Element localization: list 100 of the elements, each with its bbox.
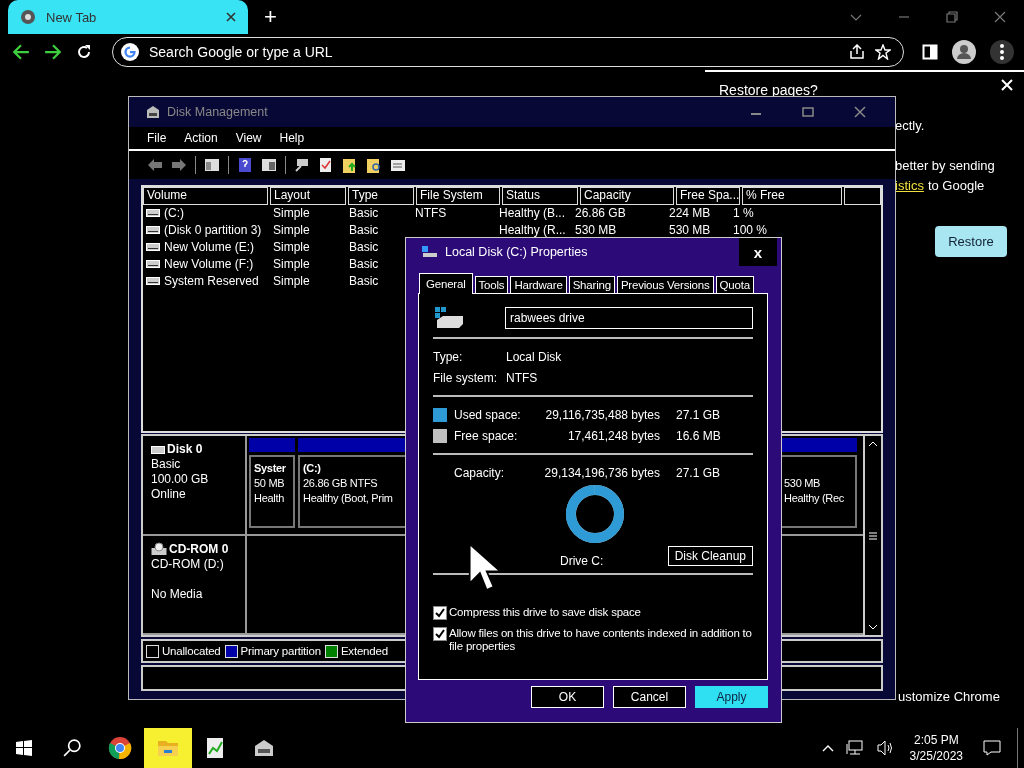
globe-icon	[20, 9, 36, 25]
close-button[interactable]: x	[739, 238, 777, 266]
table-cell: Healthy (B...	[499, 206, 566, 221]
field-value: 29,134,196,736 bytes	[543, 465, 660, 480]
drive-icon	[151, 445, 165, 454]
name-field[interactable]: rabwees drive	[505, 307, 753, 329]
scroll-up-icon[interactable]	[868, 441, 878, 448]
folder-up-icon[interactable]	[342, 156, 358, 173]
address-field[interactable]: Search Google or type a URL	[149, 44, 839, 60]
reload-icon[interactable]	[76, 44, 92, 60]
field-value: 16.6 MB	[676, 428, 721, 443]
network-icon[interactable]	[845, 740, 864, 756]
table-cell: Simple	[273, 274, 310, 289]
menu-item[interactable]: View	[235, 130, 262, 145]
tab[interactable]: Previous Versions	[616, 276, 714, 293]
field-label: File system:	[433, 370, 498, 385]
notification-icon[interactable]	[983, 740, 1001, 756]
help-icon[interactable]	[237, 156, 253, 173]
field-label: Capacity:	[454, 465, 506, 480]
table-cell: Simple	[273, 257, 310, 272]
forward-icon[interactable]	[171, 156, 187, 173]
column-header[interactable]: Volume	[143, 186, 268, 205]
maximize-icon[interactable]	[802, 105, 814, 118]
disk-info: Basic	[151, 457, 182, 473]
table-cell: NTFS	[415, 206, 447, 221]
usage-ring	[565, 484, 625, 544]
checklist-icon[interactable]	[318, 156, 334, 173]
customize-chrome-link[interactable]: ustomize Chrome	[898, 689, 1000, 704]
popup-text: ectly.	[895, 118, 925, 133]
column-header[interactable]: Free Spa...	[676, 186, 740, 205]
tab[interactable]: General	[419, 273, 473, 294]
table-cell: (Disk 0 partition 3)	[164, 223, 262, 238]
scroll-down-icon[interactable]	[868, 624, 878, 631]
browser-tab[interactable]: New Tab	[8, 0, 248, 34]
menu-icon[interactable]	[990, 40, 1014, 64]
browser-icon[interactable]	[108, 736, 132, 760]
column-header[interactable]	[844, 186, 881, 205]
panel-icon[interactable]	[261, 156, 277, 173]
tab[interactable]: Quota	[715, 276, 754, 293]
column-header[interactable]: Type	[348, 186, 414, 205]
table-cell: Basic	[349, 257, 379, 272]
profile-icon[interactable]	[952, 40, 976, 64]
tab[interactable]: Sharing	[568, 276, 615, 293]
column-header[interactable]: Layout	[270, 186, 346, 205]
drive-icon	[146, 243, 160, 252]
windows-icon[interactable]	[16, 740, 32, 756]
checkbox[interactable]	[433, 627, 447, 641]
console-icon[interactable]	[204, 156, 220, 173]
dialog-button[interactable]: OK	[531, 686, 604, 708]
tab[interactable]: Tools	[474, 276, 509, 293]
back-icon[interactable]	[12, 43, 30, 61]
disk-info: CD-ROM (D:)	[151, 556, 225, 572]
table-cell: Simple	[273, 206, 310, 221]
column-header[interactable]: Capacity	[580, 186, 674, 205]
dialog-button[interactable]: Apply	[695, 686, 768, 708]
checkbox-label: Compress this drive to save disk space	[449, 606, 642, 619]
restore-icon[interactable]	[946, 11, 958, 23]
table-cell: Basic	[349, 223, 379, 238]
scroll-thumb-icon[interactable]	[869, 531, 877, 540]
tab[interactable]: Hardware	[510, 276, 567, 293]
menu-item[interactable]: File	[147, 130, 167, 145]
table-cell: Simple	[273, 240, 310, 255]
speaker-icon[interactable]	[875, 740, 894, 756]
table-cell: Simple	[273, 223, 310, 238]
star-icon[interactable]	[875, 44, 891, 60]
column-header[interactable]: % Free	[742, 186, 842, 205]
legend-label: Unallocated	[162, 645, 221, 658]
field-value: NTFS	[506, 370, 538, 385]
forward-icon[interactable]	[44, 43, 62, 61]
table-cell: New Volume (F:)	[164, 257, 254, 272]
chevron-up-icon[interactable]	[821, 744, 834, 752]
menu-item[interactable]: Help	[279, 130, 305, 145]
disk-cleanup-button[interactable]: Disk Cleanup	[667, 546, 753, 566]
clock[interactable]: 2:05 PM 3/25/2023	[899, 732, 973, 764]
menu-item[interactable]: Action	[184, 130, 218, 145]
drive-icon	[146, 209, 160, 218]
table-cell: Basic	[349, 274, 379, 289]
table-cell: 530 MB	[669, 223, 711, 238]
new-tab-button[interactable]: +	[258, 4, 283, 30]
disk-info: No Media	[151, 586, 204, 602]
dialog-title: Local Disk (C:) Properties	[445, 245, 588, 259]
drive-label: Drive C:	[560, 554, 604, 568]
connect-icon[interactable]	[294, 156, 310, 173]
restore-button[interactable]: Restore	[935, 226, 1007, 257]
checkbox[interactable]	[433, 606, 447, 620]
share-icon[interactable]	[849, 44, 865, 60]
table-cell: Basic	[349, 206, 379, 221]
search-icon[interactable]	[63, 739, 81, 757]
dialog-button[interactable]: Cancel	[613, 686, 686, 708]
folder-search-icon[interactable]	[366, 156, 382, 173]
column-header[interactable]: Status	[502, 186, 578, 205]
window-title: Disk Management	[167, 104, 268, 119]
column-header[interactable]: File System	[416, 186, 500, 205]
disk-name: Disk 0	[167, 442, 203, 458]
side-panel-icon[interactable]	[922, 44, 938, 60]
drive-icon	[422, 246, 438, 258]
statistics-link[interactable]: istics	[895, 178, 924, 193]
table-cell: 26.86 GB	[575, 206, 626, 221]
table-cell: 1 %	[733, 206, 754, 221]
close-icon[interactable]	[226, 12, 236, 22]
